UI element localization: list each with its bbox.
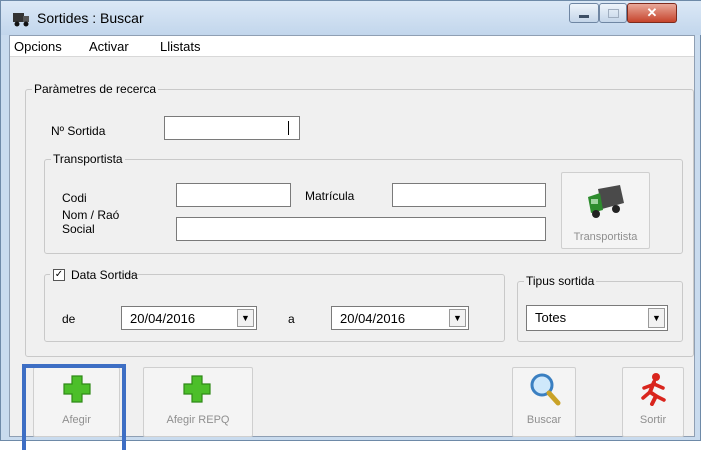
plus-icon: [183, 375, 211, 403]
codi-label: Codi: [62, 191, 87, 205]
highlight-box: [22, 364, 126, 450]
buscar-button[interactable]: Buscar: [512, 367, 576, 437]
chevron-down-icon[interactable]: ▼: [449, 309, 466, 327]
maximize-icon: [607, 8, 619, 18]
de-date-picker[interactable]: 20/04/2016 ▼: [121, 306, 257, 330]
chevron-down-icon[interactable]: ▼: [648, 308, 665, 328]
sortir-button[interactable]: Sortir: [622, 367, 684, 437]
sortir-button-label: Sortir: [639, 414, 667, 426]
menu-activar[interactable]: Activar: [89, 39, 129, 54]
minimize-icon: [579, 14, 589, 18]
tipus-sortida-legend: Tipus sortida: [526, 274, 595, 288]
maximize-button[interactable]: [599, 3, 627, 23]
nsortida-input[interactable]: [164, 116, 300, 140]
tipus-sortida-value: Totes: [535, 310, 567, 325]
truck-icon: [588, 185, 624, 218]
de-date-value: 20/04/2016: [130, 311, 196, 326]
a-label: a: [288, 312, 295, 326]
a-date-picker[interactable]: 20/04/2016 ▼: [331, 306, 469, 330]
nom-input[interactable]: [176, 217, 546, 241]
close-icon: ✕: [646, 5, 658, 20]
close-button[interactable]: ✕: [627, 3, 677, 23]
nom-label-line1: Nom / Raó: [62, 208, 120, 222]
menu-opcions[interactable]: Opcions: [14, 39, 62, 54]
data-sortida-header: ✓ Data Sortida: [50, 267, 138, 283]
title-bar: Sortides : Buscar ✕: [1, 1, 701, 35]
magnifier-icon: [530, 373, 561, 406]
data-sortida-label: Data Sortida: [71, 268, 138, 282]
running-man-icon: [641, 373, 666, 406]
tipus-sortida-select[interactable]: Totes ▼: [526, 305, 668, 331]
buscar-button-label: Buscar: [526, 414, 562, 426]
data-sortida-checkbox[interactable]: ✓: [53, 269, 65, 281]
chevron-down-icon[interactable]: ▼: [237, 309, 254, 327]
transportista-legend: Transportista: [53, 152, 123, 166]
menu-llistats[interactable]: Llistats: [160, 39, 200, 54]
transportista-button-label: Transportista: [573, 231, 638, 243]
minimize-button[interactable]: [569, 3, 599, 23]
nsortida-label: Nº Sortida: [51, 124, 106, 138]
nom-label-line2: Social: [62, 222, 95, 236]
de-label: de: [62, 312, 76, 326]
afegir-repq-button-label: Afegir REPQ: [166, 414, 230, 426]
app-truck-icon: [13, 13, 29, 27]
menu-bar: Opcions Activar Llistats: [10, 36, 694, 57]
codi-input[interactable]: [176, 183, 291, 207]
afegir-repq-button[interactable]: Afegir REPQ: [143, 367, 253, 437]
matricula-label: Matrícula: [305, 189, 355, 203]
text-cursor: [288, 121, 289, 135]
search-params-legend: Paràmetres de recerca: [34, 82, 157, 96]
window-title: Sortides : Buscar: [37, 10, 144, 26]
a-date-value: 20/04/2016: [340, 311, 406, 326]
matricula-input[interactable]: [392, 183, 546, 207]
transportista-button[interactable]: Transportista: [561, 172, 650, 249]
